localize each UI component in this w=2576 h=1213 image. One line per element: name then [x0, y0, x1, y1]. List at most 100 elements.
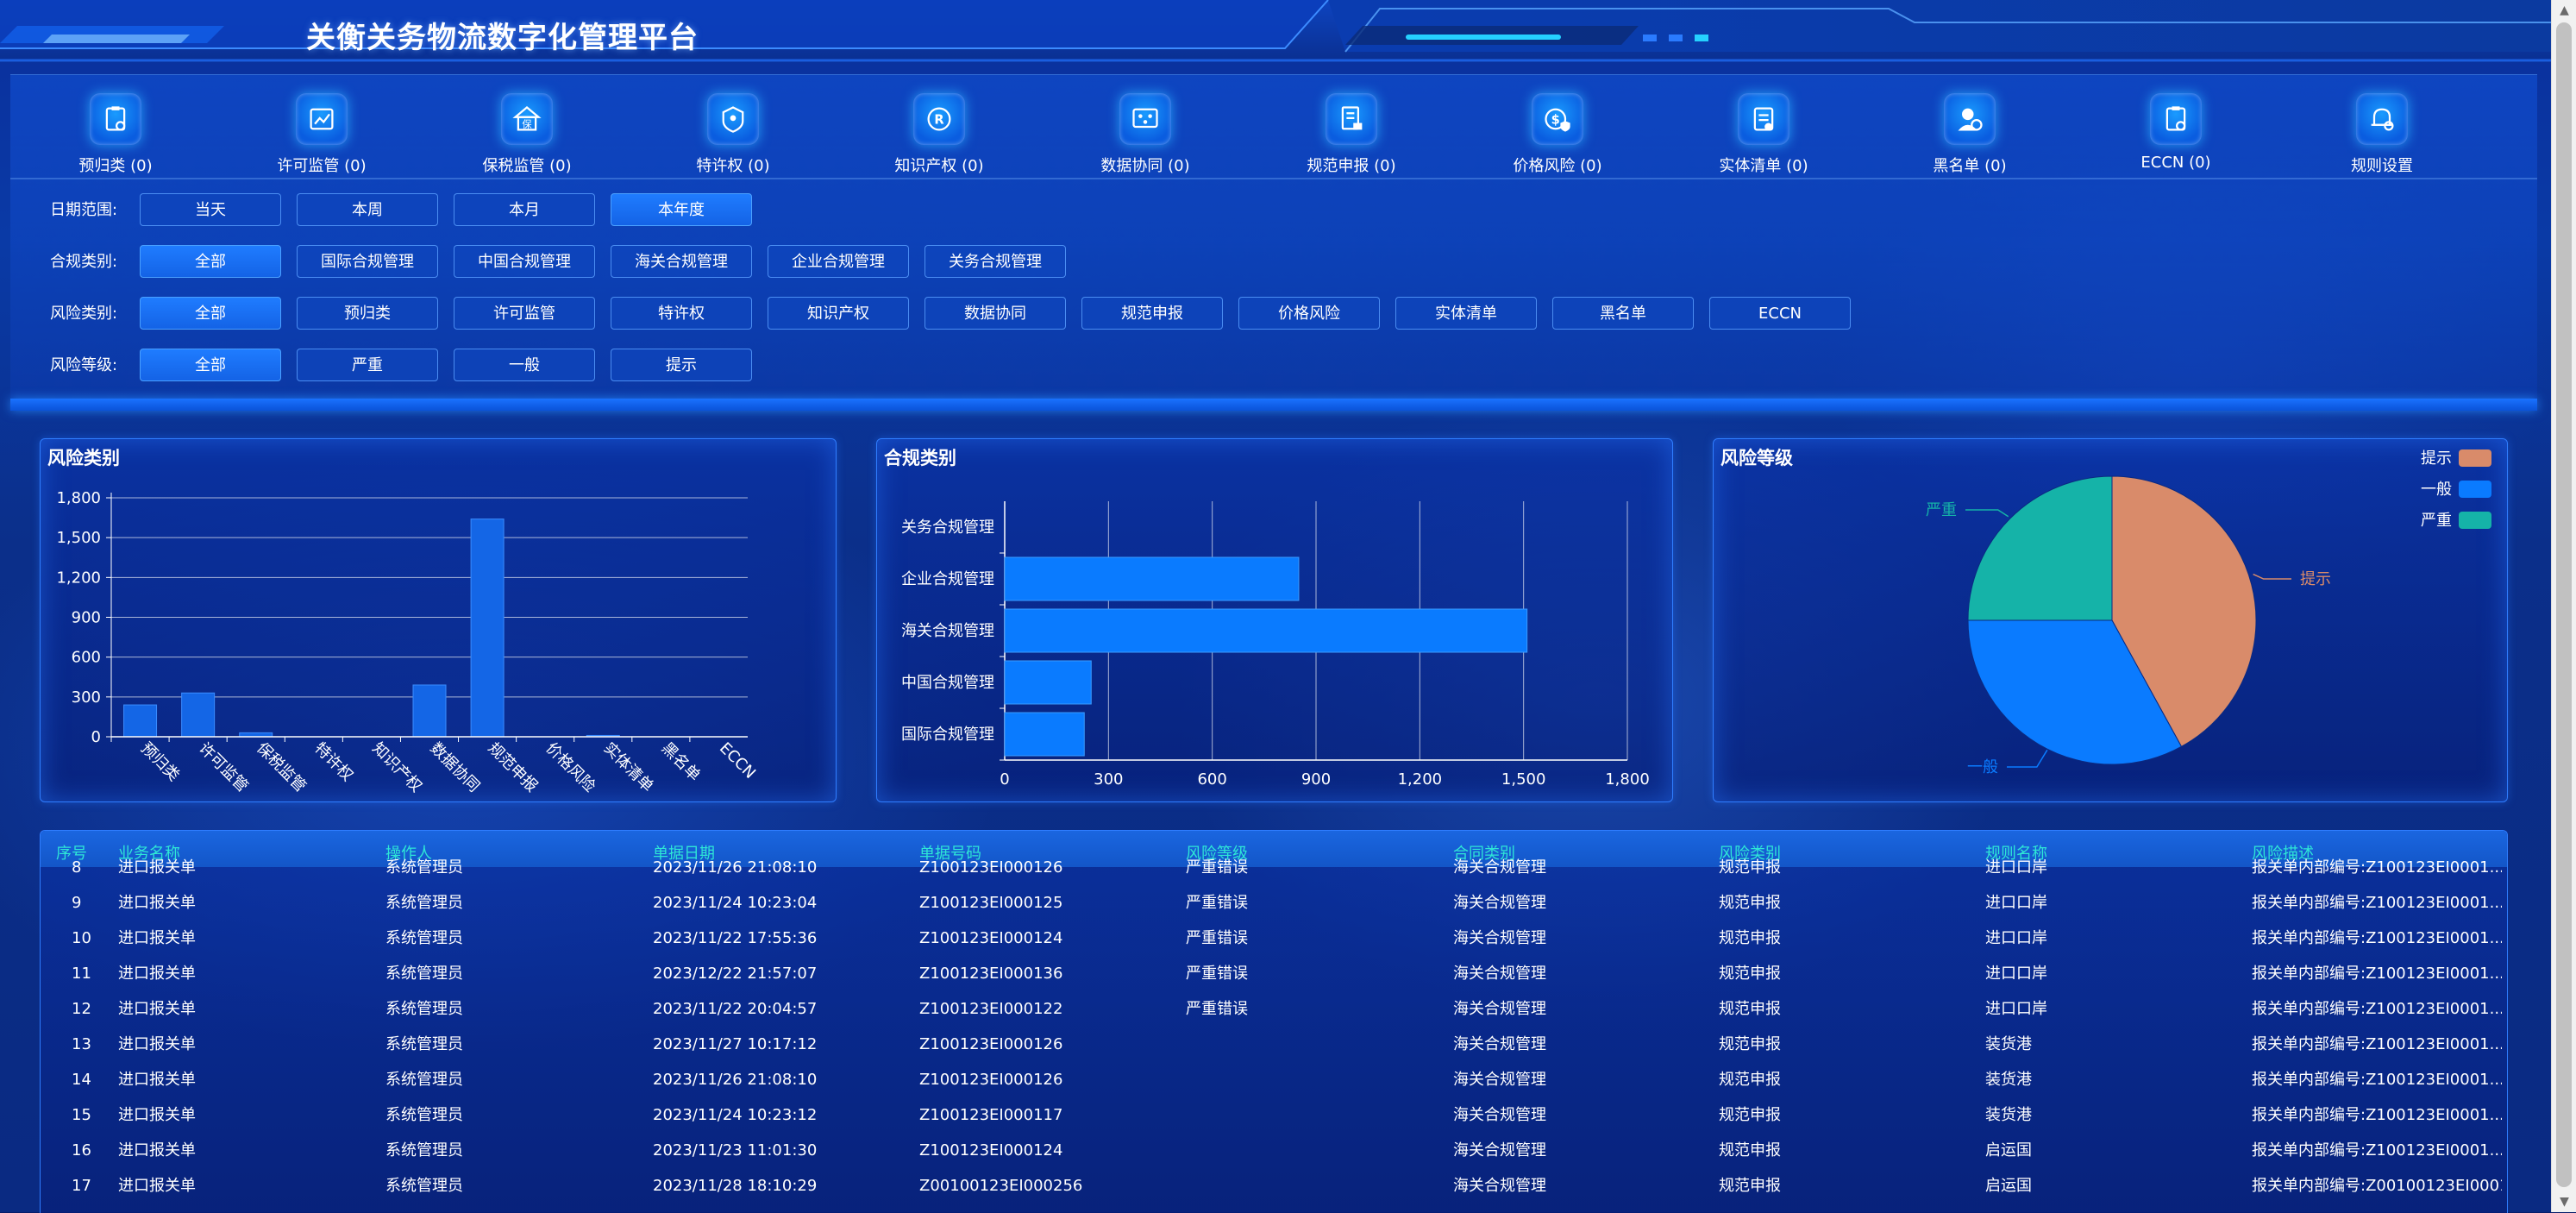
- x-tick-label: 900: [1301, 770, 1331, 789]
- nav-item-9[interactable]: 黑名单 (0): [1883, 93, 2056, 176]
- shield-pin-icon: [707, 93, 759, 145]
- bar[interactable]: [181, 692, 216, 738]
- bar[interactable]: [1004, 712, 1085, 757]
- table-row[interactable]: 11 进口报关单 系统管理员 2023/12/22 21:57:07 Z100123EI…: [41, 956, 2507, 991]
- table-cell: 报关单内部编号:Z100123EI0001...: [2252, 1106, 2502, 1124]
- nav-item-11[interactable]: 规则设置: [2296, 93, 2468, 176]
- table-row[interactable]: 9 进口报关单 系统管理员 2023/11/24 10:23:04 Z100123EI0…: [41, 885, 2507, 921]
- nav-item-7[interactable]: $ 价格风险 (0): [1471, 93, 1644, 176]
- filter-chip[interactable]: 价格风险: [1238, 297, 1380, 330]
- filter-chip[interactable]: 许可监管: [454, 297, 595, 330]
- bar[interactable]: [1004, 660, 1092, 705]
- table-row[interactable]: 17 进口报关单 系统管理员 2023/11/28 18:10:29 Z00100123…: [41, 1168, 2507, 1204]
- nav-item-label: ECCN (0): [2140, 154, 2211, 172]
- filter-row-3: 风险等级: 全部 严重 一般 提示: [50, 349, 1947, 383]
- table-cell: 2023/11/26 21:08:10: [653, 1071, 818, 1089]
- table-cell: 严重错误: [1186, 858, 1248, 877]
- legend-swatch[interactable]: [2459, 449, 2491, 467]
- table-row[interactable]: 12 进口报关单 系统管理员 2023/11/22 20:04:57 Z100123EI…: [41, 991, 2507, 1027]
- filter-chip[interactable]: 数据协同: [924, 297, 1066, 330]
- nav-item-3[interactable]: 特许权 (0): [647, 93, 819, 176]
- filter-chip[interactable]: 企业合规管理: [768, 245, 909, 278]
- nav-item-10[interactable]: ECCN (0): [2090, 93, 2262, 176]
- filter-chip[interactable]: 规范申报: [1081, 297, 1223, 330]
- y-tick-label: 企业合规管理: [901, 570, 994, 588]
- table-row[interactable]: 13 进口报关单 系统管理员 2023/11/27 10:17:12 Z100123EI…: [41, 1027, 2507, 1062]
- scroll-up-arrow-icon[interactable]: ▲: [2552, 0, 2576, 21]
- table-cell: 报关单内部编号:Z100123EI0001...: [2252, 894, 2502, 912]
- table-row[interactable]: 10 进口报关单 系统管理员 2023/11/22 17:55:36 Z100123EI…: [41, 921, 2507, 956]
- nav-item-label: 许可监管 (0): [277, 157, 367, 175]
- bar[interactable]: [1004, 608, 1528, 653]
- x-tick-label: 预归类: [137, 739, 183, 785]
- table-cell: 10: [72, 929, 91, 947]
- filter-chip[interactable]: 中国合规管理: [454, 245, 595, 278]
- filter-chip[interactable]: 实体清单: [1395, 297, 1537, 330]
- bar[interactable]: [470, 519, 505, 738]
- filter-chip[interactable]: 本周: [297, 193, 438, 226]
- filter-chip[interactable]: 国际合规管理: [297, 245, 438, 278]
- table-cell: 规范申报: [1719, 929, 1781, 947]
- filter-chip[interactable]: 一般: [454, 349, 595, 381]
- filter-chip[interactable]: 提示: [611, 349, 752, 381]
- legend-swatch[interactable]: [2459, 512, 2491, 529]
- scroll-thumb[interactable]: [2556, 22, 2572, 1187]
- nav-item-4[interactable]: R 知识产权 (0): [853, 93, 1025, 176]
- filter-chip[interactable]: 知识产权: [768, 297, 909, 330]
- filter-chip[interactable]: 黑名单: [1552, 297, 1694, 330]
- filter-chip[interactable]: 特许权: [611, 297, 752, 330]
- filter-chip[interactable]: 关务合规管理: [924, 245, 1066, 278]
- risk-nav: 预归类 (0) 许可监管 (0) 保保税监管 (0) 特许权 (0) R 知识产权 (0)…: [0, 93, 2551, 176]
- table-row[interactable]: 16 进口报关单 系统管理员 2023/11/23 11:01:30 Z100123EI…: [41, 1133, 2507, 1168]
- nav-item-0[interactable]: 预归类 (0): [29, 93, 202, 176]
- bar[interactable]: [123, 704, 158, 738]
- table-cell: 海关合规管理: [1453, 894, 1546, 912]
- y-tick-label: 1,200: [56, 569, 101, 587]
- table-cell: 9: [72, 894, 82, 912]
- filter-chip[interactable]: 海关合规管理: [611, 245, 752, 278]
- table-cell: 系统管理员: [385, 1035, 463, 1053]
- filter-chip[interactable]: 本年度: [611, 193, 752, 226]
- filter-chip[interactable]: 预归类: [297, 297, 438, 330]
- filter-chip[interactable]: ECCN: [1709, 297, 1851, 330]
- table-cell: 规范申报: [1719, 894, 1781, 912]
- user-blocked-icon: [1944, 93, 1996, 145]
- nav-item-label: 价格风险 (0): [1513, 157, 1602, 175]
- table-row[interactable]: 15 进口报关单 系统管理员 2023/11/24 10:23:12 Z100123EI…: [41, 1097, 2507, 1133]
- table-cell: 2023/11/24 10:23:04: [653, 894, 818, 912]
- legend-swatch[interactable]: [2459, 481, 2491, 498]
- nav-item-5[interactable]: 数据协同 (0): [1059, 93, 1232, 176]
- filter-chip[interactable]: 全部: [140, 297, 281, 330]
- page-scrollbar[interactable]: ▲ ▼: [2551, 0, 2576, 1212]
- nav-item-8[interactable]: 实体清单 (0): [1677, 93, 1850, 176]
- bar[interactable]: [412, 684, 447, 738]
- pie-leader-line: [1965, 509, 2009, 518]
- x-tick-label: 1,800: [1605, 770, 1650, 789]
- nav-item-6[interactable]: 规范申报 (0): [1265, 93, 1438, 176]
- table-cell: 启运国: [1985, 1177, 2032, 1195]
- svg-text:$: $: [1551, 113, 1560, 128]
- table-row[interactable]: 8 进口报关单 系统管理员 2023/11/26 21:08:10 Z100123EI0…: [41, 850, 2507, 885]
- nav-item-label: 特许权 (0): [696, 157, 770, 175]
- table-row[interactable]: 14 进口报关单 系统管理员 2023/11/26 21:08:10 Z100123EI…: [41, 1062, 2507, 1097]
- filter-chip[interactable]: 本月: [454, 193, 595, 226]
- pie-label: 严重: [1926, 501, 1957, 519]
- y-tick-label: 1,800: [56, 489, 101, 507]
- table-cell: 13: [72, 1035, 91, 1053]
- filter-chip[interactable]: 严重: [297, 349, 438, 381]
- pie-slice[interactable]: [1967, 475, 2113, 621]
- filter-label: 合规类别:: [50, 253, 118, 271]
- filter-chip[interactable]: 全部: [140, 245, 281, 278]
- filter-chip[interactable]: 全部: [140, 349, 281, 381]
- nav-item-2[interactable]: 保保税监管 (0): [441, 93, 613, 176]
- risk-category-bar-chart: 0 300 600 900 1,200 1,500 1,800 预归类 许可监管 保税监管 特许权知…: [56, 489, 759, 796]
- table-cell: 装货港: [1985, 1071, 2032, 1089]
- bar[interactable]: [1004, 556, 1300, 601]
- scroll-down-arrow-icon[interactable]: ▼: [2552, 1191, 2576, 1212]
- filter-chip[interactable]: 当天: [140, 193, 281, 226]
- nav-item-1[interactable]: 许可监管 (0): [235, 93, 408, 176]
- x-tick-label: 知识产权: [368, 739, 425, 796]
- table-cell: 进口报关单: [118, 1141, 196, 1160]
- x-tick-label: 1,500: [1501, 770, 1546, 789]
- filter-label: 风险类别:: [50, 305, 118, 323]
